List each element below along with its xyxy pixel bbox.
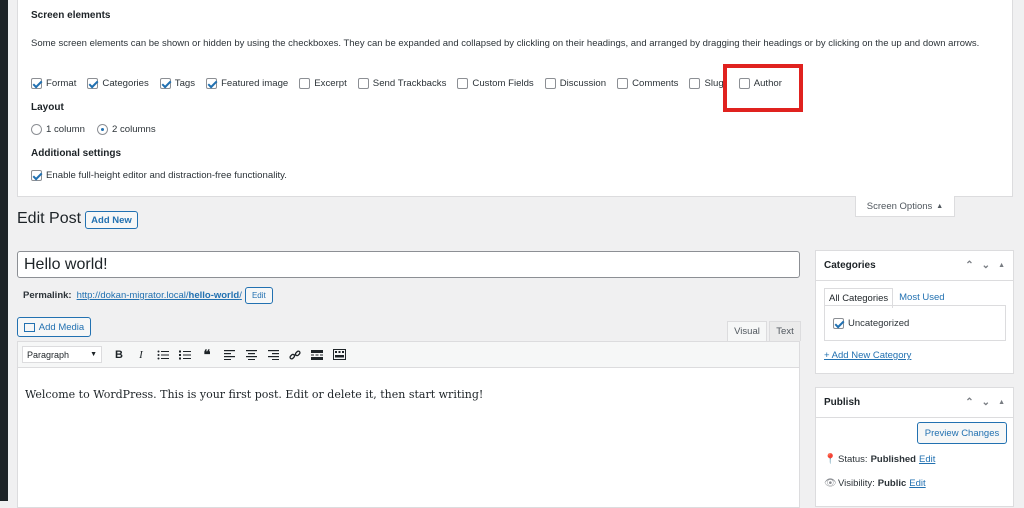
layout-1-column[interactable]: 1 column: [31, 124, 85, 135]
checkbox[interactable]: [31, 170, 42, 181]
chevron-down-icon[interactable]: ⌄: [982, 397, 990, 408]
align-left-icon[interactable]: [218, 345, 240, 365]
publish-status-row: 📍 Status: Published Edit: [824, 454, 936, 465]
preview-changes-button[interactable]: Preview Changes: [917, 422, 1007, 444]
screen-options-toggle[interactable]: Screen Options ▲: [855, 196, 955, 217]
add-new-button[interactable]: Add New: [85, 211, 138, 229]
screen-element-comments[interactable]: Comments: [617, 78, 678, 89]
edit-status-link[interactable]: Edit: [919, 454, 935, 465]
read-more-icon[interactable]: [306, 345, 328, 365]
full-height-editor-option[interactable]: Enable full-height editor and distractio…: [31, 170, 287, 181]
editor-toolbar: Paragraph ▼ B I ❝: [17, 341, 800, 368]
editor-body[interactable]: Welcome to WordPress. This is your first…: [17, 368, 800, 508]
checkbox[interactable]: [544, 78, 556, 89]
bullet-list-icon[interactable]: [152, 345, 174, 365]
pin-icon: 📍: [824, 454, 837, 465]
screen-element-featured-image[interactable]: Featured image: [206, 78, 288, 89]
post-title-input[interactable]: Hello world!: [17, 251, 800, 278]
screen-elements-heading: Screen elements: [31, 10, 111, 21]
triangle-up-icon: ▲: [936, 202, 944, 210]
toolbar-toggle-icon[interactable]: [328, 345, 350, 365]
radio[interactable]: [96, 124, 108, 135]
chevron-up-icon[interactable]: ⌃: [965, 260, 973, 271]
triangle-up-icon[interactable]: ▲: [998, 399, 1005, 406]
edit-permalink-button[interactable]: Edit: [244, 287, 273, 304]
publish-visibility-row: 👁 Visibility: Public Edit: [824, 478, 926, 489]
category-list: Uncategorized: [824, 305, 1006, 341]
tab-text[interactable]: Text: [769, 321, 801, 341]
screen-elements-checkboxes: Format Categories Tags Featured image Ex…: [31, 78, 793, 89]
screen-element-slug[interactable]: Slug: [689, 78, 724, 89]
checkbox[interactable]: [457, 78, 469, 89]
layout-2-columns[interactable]: 2 columns: [96, 124, 156, 135]
add-media-button[interactable]: Add Media: [17, 317, 91, 337]
tab-visual[interactable]: Visual: [727, 321, 767, 341]
layout-options: 1 column 2 columns: [31, 124, 168, 135]
triangle-up-icon[interactable]: ▲: [998, 262, 1005, 269]
admin-sidebar-edge: [0, 0, 8, 501]
add-new-category-link[interactable]: + Add New Category: [824, 350, 911, 361]
eye-icon: 👁: [824, 478, 837, 489]
permalink-label: Permalink:: [23, 290, 72, 301]
screen-element-discussion[interactable]: Discussion: [544, 78, 606, 89]
checkbox[interactable]: [689, 78, 701, 89]
screen-element-categories[interactable]: Categories: [87, 78, 149, 89]
italic-icon[interactable]: I: [130, 345, 152, 365]
chevron-down-icon: ▼: [90, 351, 97, 358]
publish-box: Publish ⌃ ⌄ ▲ Preview Changes 📍 Status: …: [815, 387, 1014, 507]
screen-options-panel: Screen elements Some screen elements can…: [17, 0, 1013, 197]
screen-element-custom-fields[interactable]: Custom Fields: [457, 78, 534, 89]
checkbox[interactable]: [617, 78, 629, 89]
checkbox[interactable]: [31, 78, 42, 89]
checkbox[interactable]: [206, 78, 218, 89]
format-select[interactable]: Paragraph ▼: [22, 346, 102, 363]
align-right-icon[interactable]: [262, 345, 284, 365]
blockquote-icon[interactable]: ❝: [196, 345, 218, 365]
categories-box: Categories ⌃ ⌄ ▲ All Categories Most Use…: [815, 250, 1014, 374]
radio[interactable]: [31, 124, 42, 135]
permalink-row: Permalink: http://dokan-migrator.local/h…: [23, 287, 273, 304]
editor-content[interactable]: Welcome to WordPress. This is your first…: [25, 388, 483, 401]
screen-element-tags[interactable]: Tags: [159, 78, 195, 89]
categories-box-header[interactable]: Categories ⌃ ⌄ ▲: [816, 251, 1013, 281]
page-title: Edit Post: [17, 210, 82, 227]
screen-element-excerpt[interactable]: Excerpt: [299, 78, 347, 89]
media-icon: [23, 322, 35, 332]
highlight-annotation-box: [723, 64, 803, 112]
screen-elements-description: Some screen elements can be shown or hid…: [31, 38, 980, 49]
numbered-list-icon[interactable]: [174, 345, 196, 365]
screen-element-format[interactable]: Format: [31, 78, 76, 89]
checkbox[interactable]: [357, 78, 369, 89]
permalink-link[interactable]: http://dokan-migrator.local/hello-world/: [77, 290, 242, 301]
bold-icon[interactable]: B: [108, 345, 130, 365]
publish-box-header[interactable]: Publish ⌃ ⌄ ▲: [816, 388, 1013, 418]
align-center-icon[interactable]: [240, 345, 262, 365]
link-icon[interactable]: [284, 345, 306, 365]
chevron-down-icon[interactable]: ⌄: [982, 260, 990, 271]
category-uncategorized[interactable]: Uncategorized: [833, 317, 909, 329]
layout-heading: Layout: [31, 102, 64, 113]
checkbox[interactable]: [159, 78, 171, 89]
additional-settings-heading: Additional settings: [31, 148, 121, 159]
edit-visibility-link[interactable]: Edit: [909, 478, 925, 489]
checkbox[interactable]: [833, 317, 844, 329]
screen-element-send-trackbacks[interactable]: Send Trackbacks: [357, 78, 446, 89]
chevron-up-icon[interactable]: ⌃: [965, 397, 973, 408]
checkbox[interactable]: [299, 78, 311, 89]
checkbox[interactable]: [87, 78, 99, 89]
